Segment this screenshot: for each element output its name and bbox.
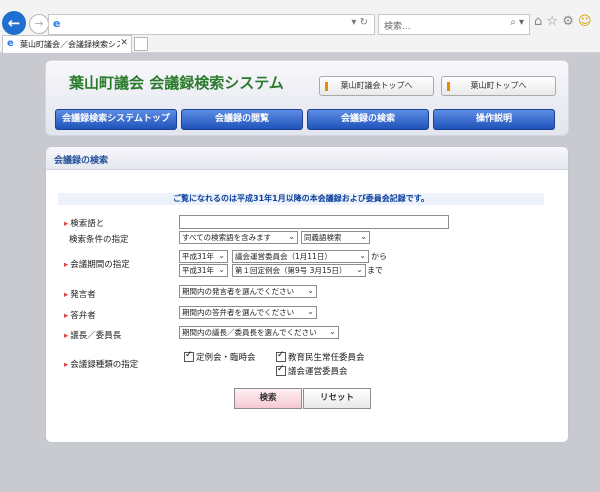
bullet-icon: ▸ — [64, 331, 69, 341]
period-to-meeting-select[interactable]: 第１回定例会（第9号 3月15日） — [232, 264, 366, 277]
menu-system-top[interactable]: 会議録検索システムトップ — [55, 109, 177, 130]
close-icon[interactable]: ✕ — [120, 38, 128, 48]
keyword-mode-select[interactable]: すべての検索語を含みます — [179, 231, 298, 244]
checkbox-education-committee-label: 教育民生常任委員会 — [288, 353, 365, 363]
respondent-label: ▸ 答弁者 — [64, 311, 96, 321]
council-top-link[interactable]: 葉山町議会トップへ — [319, 76, 434, 96]
settings-icon[interactable]: ⚙ — [562, 14, 574, 29]
browser-search-box[interactable]: 検索... ⌕ ▾ — [378, 14, 530, 35]
keyword-label: ▸ 検索語と — [64, 219, 105, 229]
bullet-icon: ▸ — [64, 290, 69, 300]
search-icon: ⌕ ▾ — [510, 17, 524, 28]
bullet-icon: ▸ — [64, 219, 69, 229]
section-title: 会議録の検索 — [54, 156, 109, 166]
bullet-icon: ▸ — [64, 311, 69, 321]
period-from-suffix: から — [371, 252, 387, 261]
toolbar-icons: ⌂ ☆ ⚙ ☺ — [534, 14, 598, 29]
meeting-type-label: ▸ 会議録種類の指定 — [64, 360, 139, 370]
site-header: 葉山町議会 会議録検索システム 葉山町議会トップへ 葉山町トップへ 会議録検索シ… — [45, 60, 569, 136]
new-tab-button[interactable] — [134, 37, 148, 51]
menu-instructions[interactable]: 操作説明 — [433, 109, 555, 130]
address-bar[interactable]: e ▾ ↻ — [48, 14, 375, 35]
town-top-link[interactable]: 葉山町トップへ — [441, 76, 556, 96]
checkbox-steering-committee-label: 議会運営委員会 — [288, 367, 348, 377]
speaker-select[interactable]: 期間内の発言者を選んでください — [179, 285, 317, 298]
checkbox-plenary[interactable] — [184, 350, 194, 362]
reset-button[interactable]: リセット — [303, 388, 371, 409]
period-from-meeting-select[interactable]: 議会運営委員会（1月11日） — [232, 250, 369, 263]
ie-icon: e — [53, 17, 61, 30]
favorites-icon[interactable]: ☆ — [546, 14, 558, 29]
checkbox-steering-committee[interactable] — [276, 364, 286, 376]
keyword-condition-label: 検索条件の指定 — [69, 235, 129, 245]
period-to-era-select[interactable]: 平成31年 — [179, 264, 228, 277]
smiley-icon[interactable]: ☺ — [578, 14, 592, 29]
browser-tab[interactable]: e 葉山町議会／会議録検索シス... ✕ — [2, 35, 132, 53]
respondent-select[interactable]: 期間内の答弁者を選んでください — [179, 306, 317, 319]
search-button[interactable]: 検索 — [234, 388, 302, 409]
chair-select[interactable]: 期間内の議長／委員長を選んでください — [179, 326, 339, 339]
notice-text: ご覧になれるのは平成31年1月以降の本会議録および委員会記録です。 — [58, 193, 544, 205]
bullet-icon: ▸ — [64, 260, 69, 270]
menu-browse-records[interactable]: 会議録の閲覧 — [181, 109, 303, 130]
tab-title: 葉山町議会／会議録検索シス... — [20, 40, 120, 49]
period-to-suffix: まで — [367, 266, 383, 275]
period-from-era-select[interactable]: 平成31年 — [179, 250, 228, 263]
forward-button[interactable]: → — [29, 14, 49, 34]
menu-search-records[interactable]: 会議録の検索 — [307, 109, 429, 130]
back-button[interactable]: ← — [2, 11, 26, 35]
address-tools: ▾ ↻ — [351, 17, 368, 28]
search-placeholder: 検索... — [384, 22, 411, 32]
page-area: 葉山町議会 会議録検索システム 葉山町議会トップへ 葉山町トップへ 会議録検索シ… — [0, 53, 600, 492]
tab-ie-icon: e — [7, 38, 14, 49]
chair-label: ▸ 議長／委員長 — [64, 331, 122, 341]
search-panel: 会議録の検索 ご覧になれるのは平成31年1月以降の本会議録および委員会記録です。… — [45, 146, 569, 443]
checkbox-plenary-label: 定例会・臨時会 — [196, 353, 256, 363]
speaker-label: ▸ 発言者 — [64, 290, 96, 300]
bullet-icon: ▸ — [64, 360, 69, 370]
browser-chrome: ← → e ▾ ↻ 検索... ⌕ ▾ ⌂ ☆ ⚙ ☺ e 葉山町議会／会議録検… — [0, 0, 600, 53]
synonym-search-select[interactable]: 同義語検索 — [301, 231, 370, 244]
checkbox-education-committee[interactable] — [276, 350, 286, 362]
site-title: 葉山町議会 会議録検索システム — [69, 74, 284, 92]
period-label: ▸ 会議期間の指定 — [64, 260, 130, 270]
section-header: 会議録の検索 — [46, 147, 568, 170]
keyword-input[interactable] — [179, 215, 449, 229]
home-icon[interactable]: ⌂ — [534, 14, 542, 29]
